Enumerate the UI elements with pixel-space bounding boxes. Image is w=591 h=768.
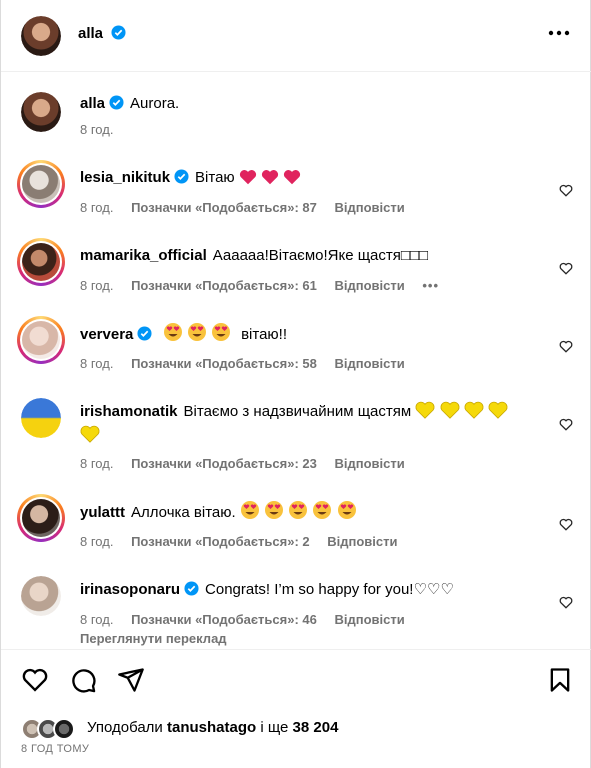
comment-icon[interactable]: [69, 666, 97, 694]
reply-button[interactable]: Відповісти: [334, 456, 404, 471]
liked-by-mid: і ще: [260, 719, 289, 736]
commenter-avatar[interactable]: [21, 398, 61, 438]
comment-username[interactable]: irishamonatik: [80, 403, 178, 420]
comment-text: Аллочка вітаю.: [131, 504, 236, 521]
liked-count[interactable]: 38 204: [293, 719, 339, 736]
section-divider: [1, 649, 591, 650]
comment-item: mamarika_official Аааааа!Вітаємо!Яке щаст…: [1, 236, 591, 306]
verified-badge-icon: [111, 25, 127, 40]
verified-badge-icon: [137, 326, 152, 341]
like-comment-icon[interactable]: [559, 184, 573, 197]
comment-likes[interactable]: Позначки «Подобається»: 58: [131, 356, 317, 371]
comment-text: вітаю!!: [241, 326, 288, 343]
like-comment-icon[interactable]: [559, 262, 573, 275]
author-avatar[interactable]: [21, 92, 61, 132]
like-comment-icon[interactable]: [559, 518, 573, 531]
comment-item: ververa вітаю!! 8 год. Позначки «Подобає…: [1, 314, 591, 384]
story-ring[interactable]: [17, 238, 65, 286]
commenter-avatar: [22, 165, 60, 203]
comment-likes[interactable]: Позначки «Подобається»: 46: [131, 612, 317, 627]
commenter-avatar: [22, 499, 60, 537]
comment-text: Вітаю: [195, 169, 235, 186]
comment-item: lesia_nikituk Вітаю 8 год. Позначки «Подо…: [1, 158, 591, 228]
comment-time[interactable]: 8 год.: [80, 612, 113, 627]
comments-list[interactable]: alla Aurora. 8 год. lesia_nikituk Вітаю 8 …: [1, 72, 591, 649]
comment-time[interactable]: 8 год.: [80, 534, 113, 549]
heart-eyes-emoji: [240, 501, 357, 521]
author-avatar[interactable]: [21, 16, 61, 56]
see-translation-link[interactable]: Переглянути переклад: [80, 631, 227, 646]
verified-badge-icon: [184, 581, 199, 596]
reply-button[interactable]: Відповісти: [327, 534, 397, 549]
author-username[interactable]: alla: [78, 25, 103, 42]
like-comment-icon[interactable]: [559, 340, 573, 353]
post-header: alla: [1, 0, 591, 72]
like-icon[interactable]: [21, 666, 49, 694]
caption-time: 8 год.: [80, 122, 114, 137]
post-panel: alla alla Aurora. 8 год. lesia_nikituk Віт…: [0, 0, 591, 768]
comment-username[interactable]: irinasoponaru: [80, 581, 180, 598]
commenter-avatar[interactable]: [21, 576, 61, 616]
comment-username[interactable]: yulattt: [80, 504, 125, 521]
reply-button[interactable]: Відповісти: [334, 356, 404, 371]
post-actions-bar: [1, 660, 591, 700]
story-ring[interactable]: [17, 494, 65, 542]
reply-button[interactable]: Відповісти: [334, 200, 404, 215]
comment-text: Congrats! I’m so happy for you!♡♡♡: [205, 581, 454, 598]
liked-by-prefix: Уподобали: [87, 719, 163, 736]
save-bookmark-icon[interactable]: [546, 666, 574, 694]
caption-text: Aurora.: [130, 95, 180, 112]
comment-username[interactable]: mamarika_official: [80, 247, 207, 264]
caption-username[interactable]: alla: [80, 95, 105, 112]
commenter-avatar: [22, 321, 60, 359]
liker-avatars: [21, 718, 83, 740]
comment-time[interactable]: 8 год.: [80, 356, 113, 371]
commenter-avatar: [22, 243, 60, 281]
red-hearts-emoji: [239, 169, 301, 186]
comment-username[interactable]: lesia_nikituk: [80, 169, 170, 186]
comment-more-icon[interactable]: •••: [422, 278, 439, 293]
comment-username[interactable]: ververa: [80, 326, 133, 343]
share-icon[interactable]: [117, 666, 145, 694]
comment-likes[interactable]: Позначки «Подобається»: 61: [131, 278, 317, 293]
comment-item: irinasoponaru Congrats! I’m so happy for …: [1, 570, 591, 649]
comment-time[interactable]: 8 год.: [80, 456, 113, 471]
verified-badge-icon: [109, 95, 124, 110]
comment-item: yulattt Аллочка вітаю. 8 год. Позначки «П…: [1, 492, 591, 562]
more-options-icon[interactable]: [548, 28, 570, 38]
comment-likes[interactable]: Позначки «Подобається»: 87: [131, 200, 317, 215]
story-ring[interactable]: [17, 316, 65, 364]
comment-text: Вітаємо з надзвичайним щастям: [183, 403, 412, 420]
post-caption: alla Aurora. 8 год.: [1, 88, 591, 148]
comment-time[interactable]: 8 год.: [80, 200, 113, 215]
heart-eyes-emoji: [163, 323, 236, 343]
reply-button[interactable]: Відповісти: [334, 278, 404, 293]
comment-item: irishamonatik Вітаємо з надзвичайним щаст…: [1, 392, 591, 486]
story-ring[interactable]: [17, 160, 65, 208]
comment-text: Аааааа!Вітаємо!Яке щастя□□□: [212, 247, 429, 264]
verified-badge-icon: [174, 169, 189, 184]
like-comment-icon[interactable]: [559, 596, 573, 609]
liked-by-user[interactable]: tanushatago: [167, 719, 256, 736]
reply-button[interactable]: Відповісти: [334, 612, 404, 627]
comment-likes[interactable]: Позначки «Подобається»: 23: [131, 456, 317, 471]
comment-likes[interactable]: Позначки «Подобається»: 2: [131, 534, 310, 549]
like-comment-icon[interactable]: [559, 418, 573, 431]
post-time[interactable]: 8 ГОД ТОМУ: [21, 743, 89, 755]
liker-avatar: [53, 718, 75, 740]
comment-time[interactable]: 8 год.: [80, 278, 113, 293]
